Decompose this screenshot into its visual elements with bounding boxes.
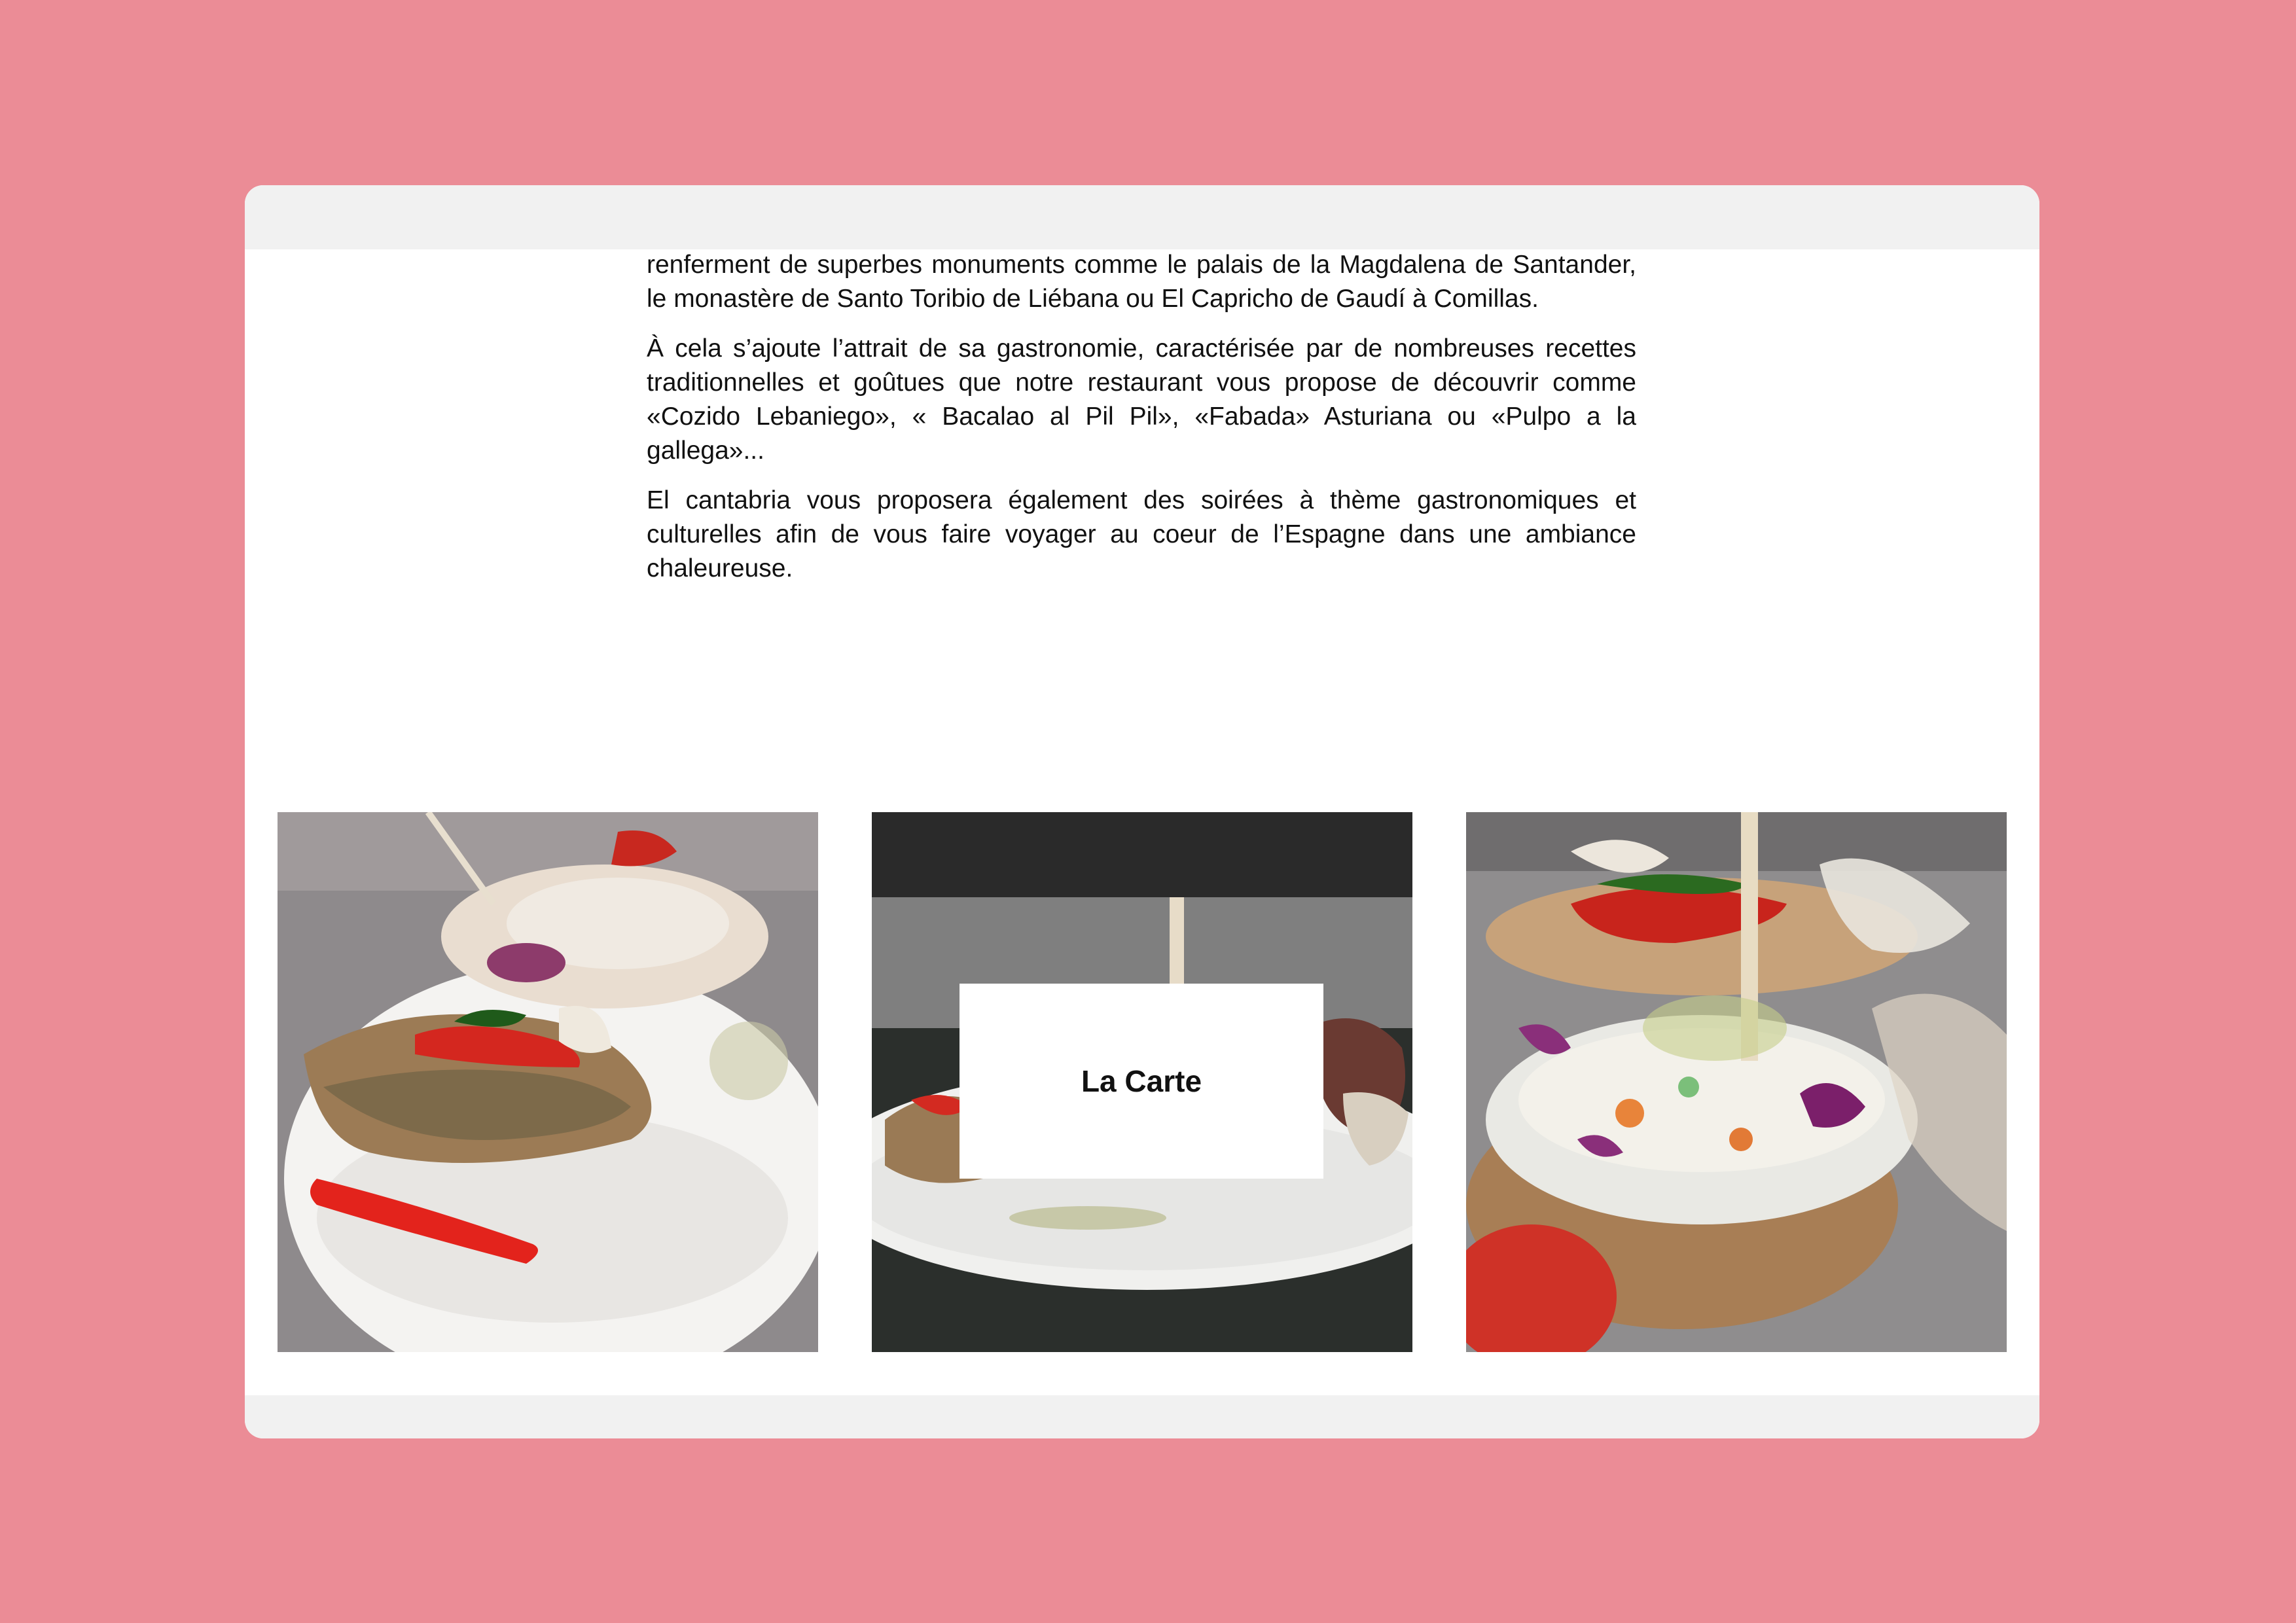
browser-window: renferment de superbes monuments comme l… (245, 185, 2039, 1438)
la-carte-link[interactable]: La Carte (960, 984, 1323, 1179)
window-top-bar (245, 185, 2039, 249)
photo-tapas-pepper (278, 812, 818, 1352)
intro-text: renferment de superbes monuments comme l… (647, 248, 1636, 601)
photo-tapas-salad (1466, 812, 2007, 1352)
paragraph-monuments: renferment de superbes monuments comme l… (647, 251, 1636, 313)
photo-la-carte: La Carte (872, 812, 1412, 1352)
paragraph-gastronomy: À cela s’ajoute l’attrait de sa gastrono… (647, 334, 1636, 465)
paragraph-events: El cantabria vous proposera également de… (647, 486, 1636, 582)
la-carte-label: La Carte (1081, 1064, 1202, 1098)
window-bottom-bar (245, 1395, 2039, 1438)
